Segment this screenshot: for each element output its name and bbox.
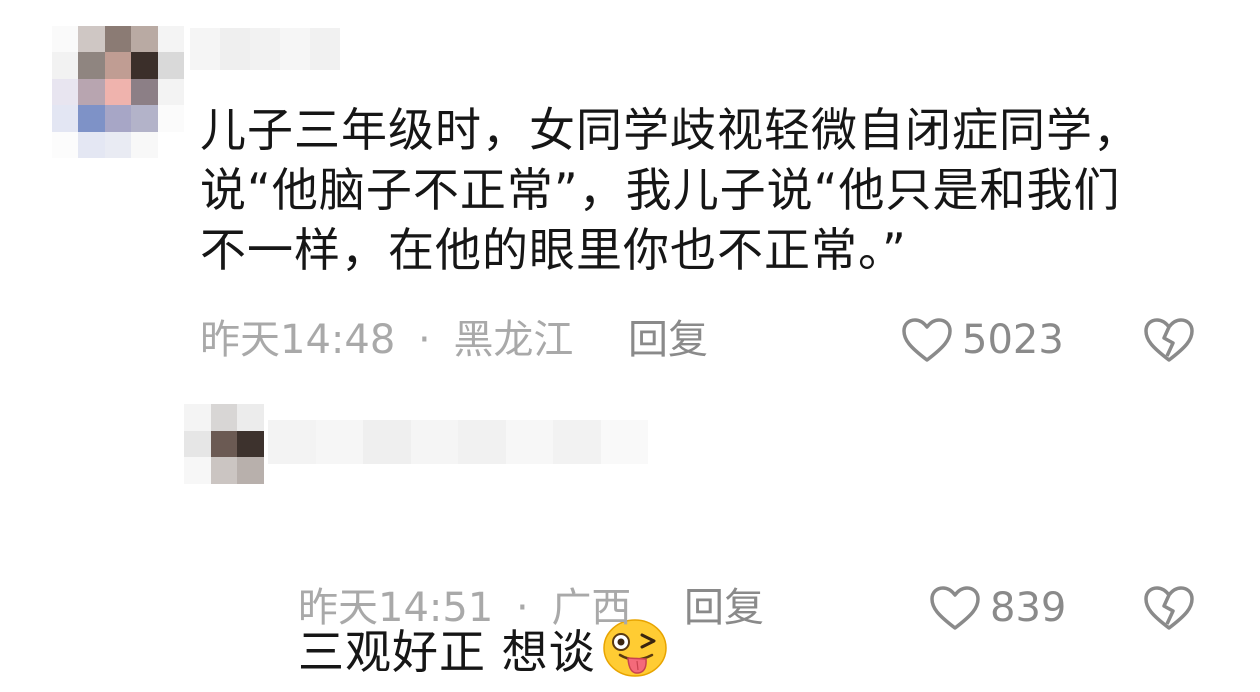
like-button[interactable]: 5023 xyxy=(900,316,1064,364)
heart-outline-icon xyxy=(902,318,952,362)
avatar[interactable] xyxy=(52,26,184,158)
comment-text-content: 三观好正 想谈 xyxy=(298,625,596,679)
broken-heart-icon xyxy=(1144,586,1194,630)
like-count: 839 xyxy=(990,585,1067,631)
separator-dot: · xyxy=(516,585,529,631)
comment-text: 儿子三年级时，女同学歧视轻微自闭症同学， 说“他脑子不正常”，我儿子说“他只是和… xyxy=(200,103,1140,277)
timestamp: 昨天14:48 xyxy=(200,317,396,363)
reply-button[interactable]: 回复 xyxy=(684,584,764,632)
dislike-button[interactable] xyxy=(1142,584,1196,636)
username-redacted[interactable] xyxy=(190,28,340,70)
broken-heart-icon xyxy=(1144,318,1194,362)
comment-meta: 昨天14:51 · 广西 xyxy=(298,584,631,632)
comment-meta: 昨天14:48 · 黑龙江 xyxy=(200,316,573,364)
location: 广西 xyxy=(551,585,632,631)
username-redacted[interactable] xyxy=(268,420,648,464)
like-count: 5023 xyxy=(962,317,1064,363)
timestamp: 昨天14:51 xyxy=(298,585,494,631)
separator-dot: · xyxy=(418,317,431,363)
like-button[interactable]: 839 xyxy=(928,584,1066,632)
location: 黑龙江 xyxy=(453,317,574,363)
heart-outline-icon xyxy=(930,586,980,630)
avatar[interactable] xyxy=(184,404,264,484)
dislike-button[interactable] xyxy=(1142,316,1196,368)
reply-button[interactable]: 回复 xyxy=(628,316,708,364)
